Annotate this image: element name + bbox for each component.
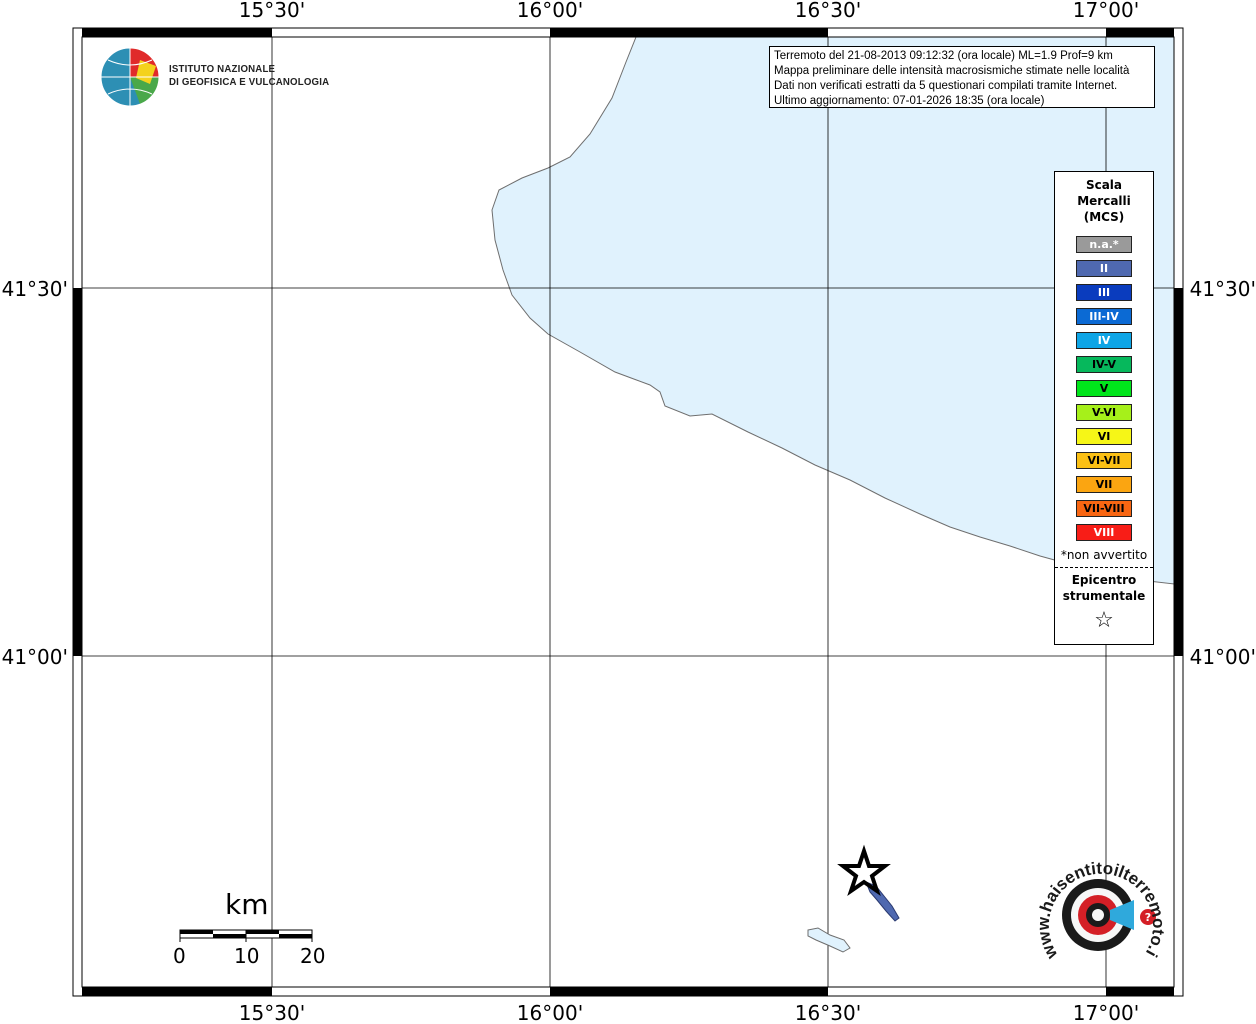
legend-level-8: V-VI — [1076, 404, 1132, 421]
lon-label-bottom-2: 16°00' — [517, 1001, 583, 1024]
scale-label-10: 10 — [234, 944, 260, 968]
lon-label-bottom-1: 15°30' — [239, 1001, 305, 1024]
info-line-1: Terremoto del 21-08-2013 09:12:32 (ora l… — [774, 50, 1113, 62]
legend-level-13: VIII — [1076, 524, 1132, 541]
mcs-legend: Scala Mercalli (MCS) n.a.* II III III-IV IV I… — [1054, 171, 1154, 645]
epicenter-label-line-2: strumentale — [1062, 589, 1146, 603]
lon-label-bottom-4: 17°00' — [1073, 1001, 1139, 1024]
info-line-2: Mappa preliminare delle intensità macros… — [774, 65, 1130, 77]
legend-level-2: II — [1076, 260, 1132, 277]
lat-label-left-2: 41°00' — [2, 645, 68, 669]
legend-title-line-3: (MCS) — [1083, 210, 1125, 224]
logo-line-2: DI GEOFISICA E VULCANOLOGIA — [169, 76, 330, 88]
logo-line-1: ISTITUTO NAZIONALE — [169, 63, 276, 75]
scale-bar-unit: km — [225, 888, 269, 921]
event-info-box: Terremoto del 21-08-2013 09:12:32 (ora l… — [769, 46, 1155, 108]
lat-label-right-2: 41°00' — [1190, 645, 1256, 669]
legend-level-3: III — [1076, 284, 1132, 301]
legend-level-4: III-IV — [1076, 308, 1132, 325]
legend-title-line-2: Mercalli — [1077, 194, 1131, 208]
legend-title: Scala Mercalli (MCS) — [1055, 177, 1153, 225]
lon-label-top-2: 16°00' — [517, 0, 583, 22]
legend-divider — [1055, 567, 1153, 568]
lon-label-top-3: 16°30' — [795, 0, 861, 22]
legend-star-icon: ☆ — [1094, 608, 1114, 633]
epicenter-label-line-1: Epicentro — [1071, 573, 1137, 587]
ingv-logo-icon — [100, 47, 160, 107]
legend-level-5: IV — [1076, 332, 1132, 349]
legend-level-12: VII-VIII — [1076, 500, 1132, 517]
legend-level-7: V — [1076, 380, 1132, 397]
info-line-4: Ultimo aggiornamento: 07-01-2026 18:35 (… — [774, 95, 1045, 107]
lat-label-right-1: 41°30' — [1190, 277, 1256, 301]
legend-level-9: VI — [1076, 428, 1132, 445]
legend-level-10: VI-VII — [1076, 452, 1132, 469]
legend-level-1: n.a.* — [1076, 236, 1132, 253]
lat-label-left-1: 41°30' — [2, 277, 68, 301]
legend-title-line-1: Scala — [1085, 178, 1123, 192]
epicenter-label: Epicentro strumentale — [1055, 572, 1153, 604]
legend-level-6: IV-V — [1076, 356, 1132, 373]
intensity-scale-list: n.a.* II III III-IV IV IV-V V V-VI VI VI-VII VII VI… — [1055, 236, 1153, 541]
lon-label-top-4: 17°00' — [1073, 0, 1139, 22]
scale-label-20: 20 — [300, 944, 326, 968]
lon-label-bottom-3: 16°30' — [795, 1001, 861, 1024]
ingv-logo-text: ISTITUTO NAZIONALE DI GEOFISICA E VULCAN… — [169, 63, 329, 89]
not-felt-note: *non avvertito — [1060, 548, 1148, 562]
lon-label-top-1: 15°30' — [239, 0, 305, 22]
info-line-3: Dati non verificati estratti da 5 questi… — [774, 80, 1118, 92]
scale-label-0: 0 — [173, 944, 186, 968]
legend-level-11: VII — [1076, 476, 1132, 493]
